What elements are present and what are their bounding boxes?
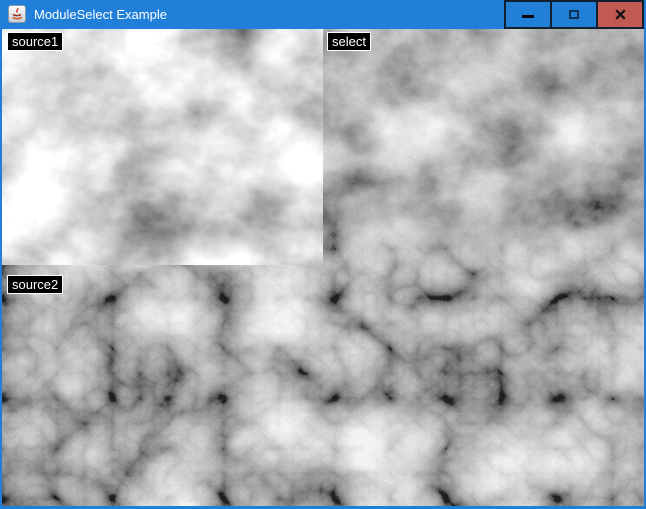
app-window: ModuleSelect Example [0, 0, 646, 509]
maximize-button[interactable] [552, 2, 596, 27]
window-title: ModuleSelect Example [34, 0, 167, 29]
source1-label: source1 [7, 32, 63, 51]
source1-inset-texture [2, 29, 323, 265]
java-app-icon[interactable] [8, 5, 26, 23]
noise-render-canvas: source1 select source2 [2, 29, 644, 506]
minimize-icon [522, 15, 534, 18]
maximize-icon [569, 10, 579, 19]
minimize-button[interactable] [506, 2, 550, 27]
close-button[interactable] [598, 2, 642, 27]
source2-label: source2 [7, 275, 63, 294]
close-icon [614, 8, 627, 21]
select-label: select [327, 32, 371, 51]
titlebar[interactable]: ModuleSelect Example [0, 0, 646, 29]
window-controls [504, 0, 644, 29]
